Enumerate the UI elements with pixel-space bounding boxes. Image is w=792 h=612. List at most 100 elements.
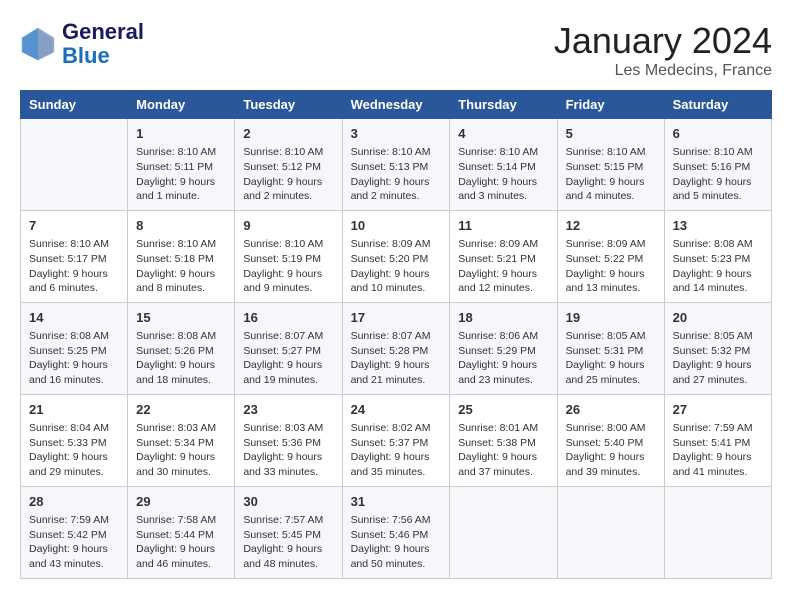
day-number: 6: [673, 125, 763, 143]
logo-icon: [20, 26, 56, 62]
day-number: 17: [351, 309, 442, 327]
day-info: Sunrise: 8:10 AM Sunset: 5:18 PM Dayligh…: [136, 237, 226, 296]
day-info: Sunrise: 8:03 AM Sunset: 5:34 PM Dayligh…: [136, 421, 226, 480]
day-info: Sunrise: 8:09 AM Sunset: 5:20 PM Dayligh…: [351, 237, 442, 296]
calendar-cell: 15 Sunrise: 8:08 AM Sunset: 5:26 PM Dayli…: [128, 302, 235, 394]
calendar-cell: 25 Sunrise: 8:01 AM Sunset: 5:38 PM Dayli…: [450, 394, 557, 486]
calendar-cell: 7 Sunrise: 8:10 AM Sunset: 5:17 PM Daylig…: [21, 210, 128, 302]
calendar-cell: 9 Sunrise: 8:10 AM Sunset: 5:19 PM Daylig…: [235, 210, 342, 302]
day-info: Sunrise: 8:09 AM Sunset: 5:22 PM Dayligh…: [566, 237, 656, 296]
logo-line1: General: [62, 20, 144, 44]
calendar-week-4: 21Sunrise: 8:04 AM Sunset: 5:33 PM Dayli…: [21, 394, 772, 486]
weekday-header-tuesday: Tuesday: [235, 91, 342, 119]
day-number: 24: [351, 401, 442, 419]
day-number: 9: [243, 217, 333, 235]
calendar-cell: 28 Sunrise: 7:59 AM Sunset: 5:42 PM Dayli…: [21, 486, 128, 578]
calendar-cell: 31Sunrise: 7:56 AM Sunset: 5:46 PM Dayli…: [342, 486, 450, 578]
calendar-week-1: 1Sunrise: 8:10 AM Sunset: 5:11 PM Daylig…: [21, 119, 772, 211]
day-info: Sunrise: 8:08 AM Sunset: 5:26 PM Dayligh…: [136, 329, 226, 388]
weekday-header-row: SundayMondayTuesdayWednesdayThursdayFrid…: [21, 91, 772, 119]
day-number: 14: [29, 309, 119, 327]
day-number: 31: [351, 493, 442, 511]
weekday-header-sunday: Sunday: [21, 91, 128, 119]
weekday-header-wednesday: Wednesday: [342, 91, 450, 119]
day-info: Sunrise: 8:06 AM Sunset: 5:29 PM Dayligh…: [458, 329, 548, 388]
calendar-cell: 18 Sunrise: 8:06 AM Sunset: 5:29 PM Dayli…: [450, 302, 557, 394]
day-number: 26: [566, 401, 656, 419]
day-info: Sunrise: 8:10 AM Sunset: 5:17 PM Dayligh…: [29, 237, 119, 296]
calendar-cell: 11 Sunrise: 8:09 AM Sunset: 5:21 PM Dayli…: [450, 210, 557, 302]
title-block: January 2024 Les Medecins, France: [554, 20, 772, 80]
day-number: 13: [673, 217, 763, 235]
day-info: Sunrise: 7:57 AM Sunset: 5:45 PM Dayligh…: [243, 513, 333, 572]
day-number: 3: [351, 125, 442, 143]
logo: General Blue: [20, 20, 144, 68]
day-number: 7: [29, 217, 119, 235]
day-info: Sunrise: 7:58 AM Sunset: 5:44 PM Dayligh…: [136, 513, 226, 572]
calendar-cell: [557, 486, 664, 578]
day-info: Sunrise: 8:10 AM Sunset: 5:13 PM Dayligh…: [351, 145, 442, 204]
day-number: 22: [136, 401, 226, 419]
calendar-cell: 20Sunrise: 8:05 AM Sunset: 5:32 PM Dayli…: [664, 302, 771, 394]
calendar-cell: 2 Sunrise: 8:10 AM Sunset: 5:12 PM Daylig…: [235, 119, 342, 211]
day-number: 1: [136, 125, 226, 143]
weekday-header-monday: Monday: [128, 91, 235, 119]
calendar-cell: 1Sunrise: 8:10 AM Sunset: 5:11 PM Daylig…: [128, 119, 235, 211]
calendar-cell: 14Sunrise: 8:08 AM Sunset: 5:25 PM Dayli…: [21, 302, 128, 394]
day-number: 4: [458, 125, 548, 143]
calendar-cell: 5 Sunrise: 8:10 AM Sunset: 5:15 PM Daylig…: [557, 119, 664, 211]
day-number: 2: [243, 125, 333, 143]
calendar-cell: 10 Sunrise: 8:09 AM Sunset: 5:20 PM Dayli…: [342, 210, 450, 302]
calendar-cell: 27 Sunrise: 7:59 AM Sunset: 5:41 PM Dayli…: [664, 394, 771, 486]
day-info: Sunrise: 8:00 AM Sunset: 5:40 PM Dayligh…: [566, 421, 656, 480]
calendar-table: SundayMondayTuesdayWednesdayThursdayFrid…: [20, 90, 772, 579]
calendar-cell: 29Sunrise: 7:58 AM Sunset: 5:44 PM Dayli…: [128, 486, 235, 578]
calendar-cell: 23Sunrise: 8:03 AM Sunset: 5:36 PM Dayli…: [235, 394, 342, 486]
day-info: Sunrise: 8:01 AM Sunset: 5:38 PM Dayligh…: [458, 421, 548, 480]
calendar-cell: 24 Sunrise: 8:02 AM Sunset: 5:37 PM Dayli…: [342, 394, 450, 486]
calendar-cell: 19Sunrise: 8:05 AM Sunset: 5:31 PM Dayli…: [557, 302, 664, 394]
calendar-cell: 8Sunrise: 8:10 AM Sunset: 5:18 PM Daylig…: [128, 210, 235, 302]
calendar-title: January 2024: [554, 20, 772, 62]
calendar-week-5: 28 Sunrise: 7:59 AM Sunset: 5:42 PM Dayli…: [21, 486, 772, 578]
weekday-header-thursday: Thursday: [450, 91, 557, 119]
day-number: 10: [351, 217, 442, 235]
day-number: 25: [458, 401, 548, 419]
logo-line2: Blue: [62, 44, 144, 68]
calendar-cell: 17 Sunrise: 8:07 AM Sunset: 5:28 PM Dayli…: [342, 302, 450, 394]
page-header: General Blue January 2024 Les Medecins, …: [20, 20, 772, 80]
day-info: Sunrise: 8:02 AM Sunset: 5:37 PM Dayligh…: [351, 421, 442, 480]
day-number: 28: [29, 493, 119, 511]
day-info: Sunrise: 7:59 AM Sunset: 5:42 PM Dayligh…: [29, 513, 119, 572]
day-number: 20: [673, 309, 763, 327]
day-number: 11: [458, 217, 548, 235]
day-number: 30: [243, 493, 333, 511]
calendar-subtitle: Les Medecins, France: [554, 62, 772, 80]
day-number: 12: [566, 217, 656, 235]
logo-text: General Blue: [62, 20, 144, 68]
day-info: Sunrise: 7:59 AM Sunset: 5:41 PM Dayligh…: [673, 421, 763, 480]
calendar-week-3: 14Sunrise: 8:08 AM Sunset: 5:25 PM Dayli…: [21, 302, 772, 394]
day-info: Sunrise: 8:10 AM Sunset: 5:16 PM Dayligh…: [673, 145, 763, 204]
calendar-cell: 6 Sunrise: 8:10 AM Sunset: 5:16 PM Daylig…: [664, 119, 771, 211]
day-info: Sunrise: 8:07 AM Sunset: 5:28 PM Dayligh…: [351, 329, 442, 388]
day-number: 19: [566, 309, 656, 327]
calendar-cell: 3 Sunrise: 8:10 AM Sunset: 5:13 PM Daylig…: [342, 119, 450, 211]
day-number: 18: [458, 309, 548, 327]
day-info: Sunrise: 8:08 AM Sunset: 5:23 PM Dayligh…: [673, 237, 763, 296]
day-number: 21: [29, 401, 119, 419]
calendar-cell: [21, 119, 128, 211]
day-number: 15: [136, 309, 226, 327]
day-number: 5: [566, 125, 656, 143]
day-info: Sunrise: 8:09 AM Sunset: 5:21 PM Dayligh…: [458, 237, 548, 296]
day-info: Sunrise: 8:10 AM Sunset: 5:14 PM Dayligh…: [458, 145, 548, 204]
calendar-cell: 16Sunrise: 8:07 AM Sunset: 5:27 PM Dayli…: [235, 302, 342, 394]
calendar-cell: 12 Sunrise: 8:09 AM Sunset: 5:22 PM Dayli…: [557, 210, 664, 302]
day-info: Sunrise: 8:10 AM Sunset: 5:12 PM Dayligh…: [243, 145, 333, 204]
day-info: Sunrise: 8:10 AM Sunset: 5:15 PM Dayligh…: [566, 145, 656, 204]
day-info: Sunrise: 8:10 AM Sunset: 5:19 PM Dayligh…: [243, 237, 333, 296]
calendar-week-2: 7 Sunrise: 8:10 AM Sunset: 5:17 PM Daylig…: [21, 210, 772, 302]
calendar-cell: 13 Sunrise: 8:08 AM Sunset: 5:23 PM Dayli…: [664, 210, 771, 302]
day-number: 27: [673, 401, 763, 419]
calendar-cell: [664, 486, 771, 578]
